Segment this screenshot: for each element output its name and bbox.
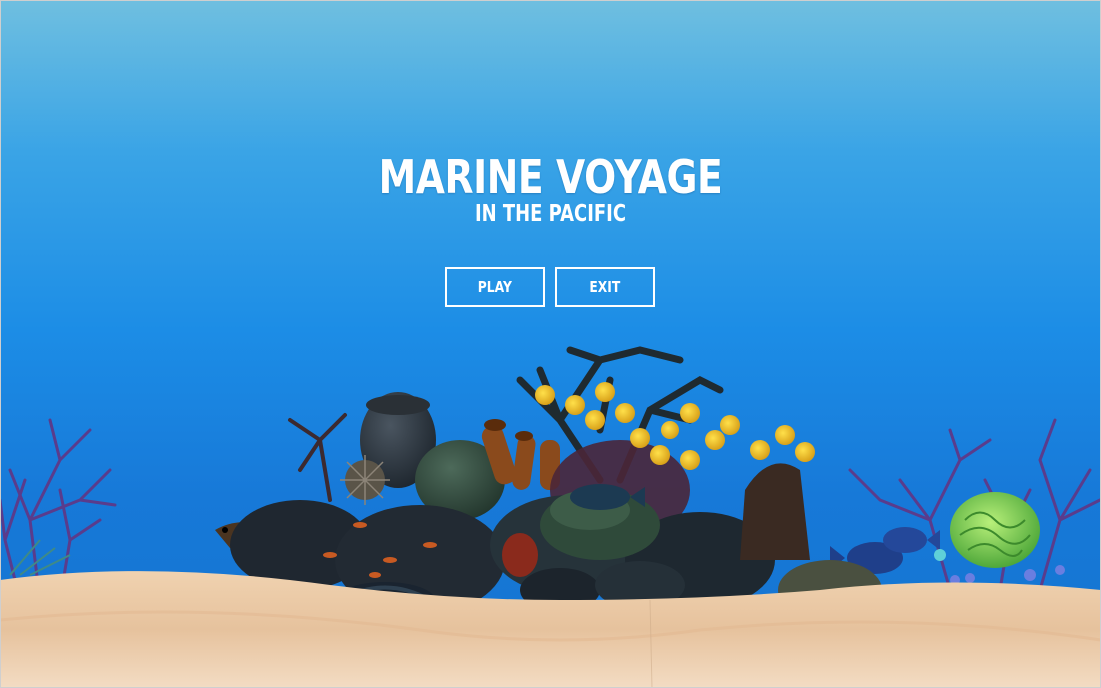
game-main-menu: Marine Voyage In the Pacific Play Exit bbox=[0, 0, 1101, 688]
red-branching-coral bbox=[288, 413, 347, 502]
tall-boulder-coral bbox=[740, 463, 810, 560]
brain-coral bbox=[950, 492, 1040, 568]
exit-button[interactable]: Exit bbox=[555, 267, 655, 307]
play-button[interactable]: Play bbox=[445, 267, 545, 307]
play-button-label: Play bbox=[477, 278, 513, 296]
green-sea-fern-left bbox=[9, 539, 71, 576]
game-subtitle: In the Pacific bbox=[474, 201, 627, 227]
title-block: Marine Voyage In the Pacific bbox=[0, 148, 1101, 226]
sea-urchin bbox=[340, 455, 390, 505]
game-title: Marine Voyage bbox=[378, 150, 723, 204]
exit-button-label: Exit bbox=[589, 278, 621, 296]
reef-background-scene bbox=[0, 346, 1101, 688]
